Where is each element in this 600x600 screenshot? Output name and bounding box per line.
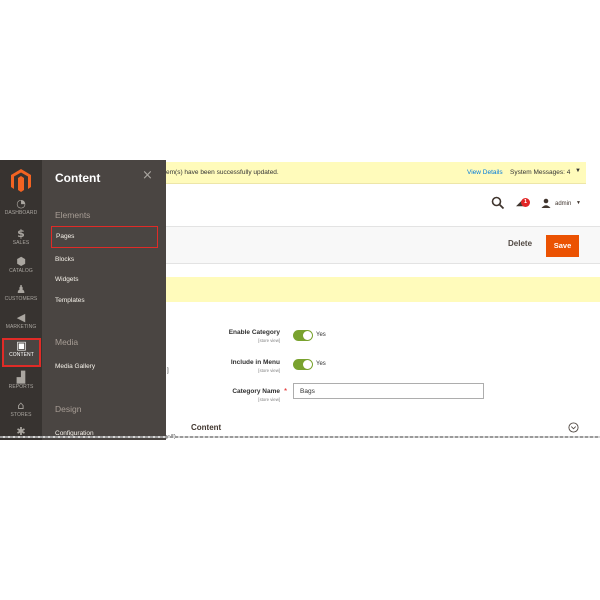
nav-reports[interactable]: ▟ REPORTS xyxy=(0,372,42,402)
include-in-menu-toggle[interactable] xyxy=(293,359,313,370)
section-title-media: Media xyxy=(55,337,79,347)
close-icon[interactable]: × xyxy=(142,168,153,183)
user-icon[interactable] xyxy=(541,198,551,208)
admin-user-menu[interactable]: admin xyxy=(555,201,571,207)
toggle-knob xyxy=(303,331,312,340)
system-message-bar: em(s) have been successfully updated. Vi… xyxy=(166,162,586,184)
include-in-menu-label: Include in Menu xyxy=(230,359,280,366)
menu-item-widgets[interactable]: Widgets xyxy=(55,276,78,283)
delete-button[interactable]: Delete xyxy=(508,239,532,248)
category-name-label: Category Name xyxy=(232,388,280,395)
section-title-design: Design xyxy=(55,404,82,414)
menu-item-media-gallery[interactable]: Media Gallery xyxy=(55,363,95,370)
cropped-content-edge xyxy=(0,436,600,438)
scope-label: [store view] xyxy=(258,338,280,343)
content-section-title[interactable]: Content xyxy=(191,423,221,432)
nav-label: MARKETING xyxy=(5,324,37,330)
nav-label: REPORTS xyxy=(8,384,34,390)
nav-label: DASHBOARD xyxy=(4,210,38,216)
notification-count-badge[interactable]: 1 xyxy=(521,198,530,207)
system-messages-toggle[interactable]: System Messages: 4 xyxy=(510,169,570,176)
enable-category-value: Yes xyxy=(316,332,326,338)
caret-down-icon[interactable]: ▼ xyxy=(576,200,581,206)
required-asterisk: * xyxy=(284,387,288,396)
nav-label: STORES xyxy=(10,412,32,418)
cube-icon: ⬢ xyxy=(16,255,26,268)
nav-sales[interactable]: $ SALES xyxy=(0,228,42,258)
menu-item-templates[interactable]: Templates xyxy=(55,297,85,304)
nav-content[interactable]: ▣ CONTENT xyxy=(2,338,41,367)
nav-label: SALES xyxy=(12,240,30,246)
nav-label: CATALOG xyxy=(9,268,33,274)
nav-dashboard[interactable]: ◔ DASHBOARD xyxy=(0,198,42,228)
page-actions-bar: Delete Save xyxy=(166,226,600,264)
category-name-input[interactable] xyxy=(293,383,484,399)
admin-sidebar: ◔ DASHBOARD $ SALES ⬢ CATALOG ♟ CUSTOMER… xyxy=(0,160,42,440)
expand-icon[interactable] xyxy=(568,422,579,433)
message-text: em(s) have been successfully updated. xyxy=(166,169,279,176)
notice-strip xyxy=(166,277,600,302)
magento-logo[interactable] xyxy=(10,168,32,192)
admin-app: ◔ DASHBOARD $ SALES ⬢ CATALOG ♟ CUSTOMER… xyxy=(0,160,600,440)
nav-label: CONTENT xyxy=(9,352,34,358)
menu-item-blocks[interactable]: Blocks xyxy=(55,256,74,263)
scope-label: [store view] xyxy=(258,368,280,373)
nav-customers[interactable]: ♟ CUSTOMERS xyxy=(0,284,42,314)
dashboard-icon: ◔ xyxy=(16,197,26,210)
megaphone-icon: ◀ xyxy=(16,311,26,324)
include-in-menu-value: Yes xyxy=(316,361,326,367)
bar-chart-icon: ▟ xyxy=(16,371,26,384)
save-button[interactable]: Save xyxy=(546,235,579,257)
slideout-title: Content xyxy=(55,171,101,185)
nav-catalog[interactable]: ⬢ CATALOG xyxy=(0,256,42,286)
enable-category-label: Enable Category xyxy=(228,329,280,336)
caret-down-icon[interactable]: ▼ xyxy=(575,168,581,174)
store-icon: ⌂ xyxy=(17,399,25,412)
content-icon: ▣ xyxy=(16,339,27,352)
enable-category-toggle[interactable] xyxy=(293,330,313,341)
nav-label: CUSTOMERS xyxy=(4,296,38,302)
search-icon[interactable] xyxy=(491,196,505,210)
scope-label: [store view] xyxy=(258,397,280,402)
dollar-icon: $ xyxy=(17,227,25,240)
content-slideout-menu: Content × Elements Pages Blocks Widgets … xyxy=(42,160,166,440)
toggle-knob xyxy=(303,360,312,369)
menu-item-pages[interactable]: Pages xyxy=(51,226,158,248)
person-icon: ♟ xyxy=(16,283,26,296)
view-details-link[interactable]: View Details xyxy=(467,169,503,176)
section-title-elements: Elements xyxy=(55,210,91,220)
partial-bracket: ] xyxy=(167,368,169,374)
